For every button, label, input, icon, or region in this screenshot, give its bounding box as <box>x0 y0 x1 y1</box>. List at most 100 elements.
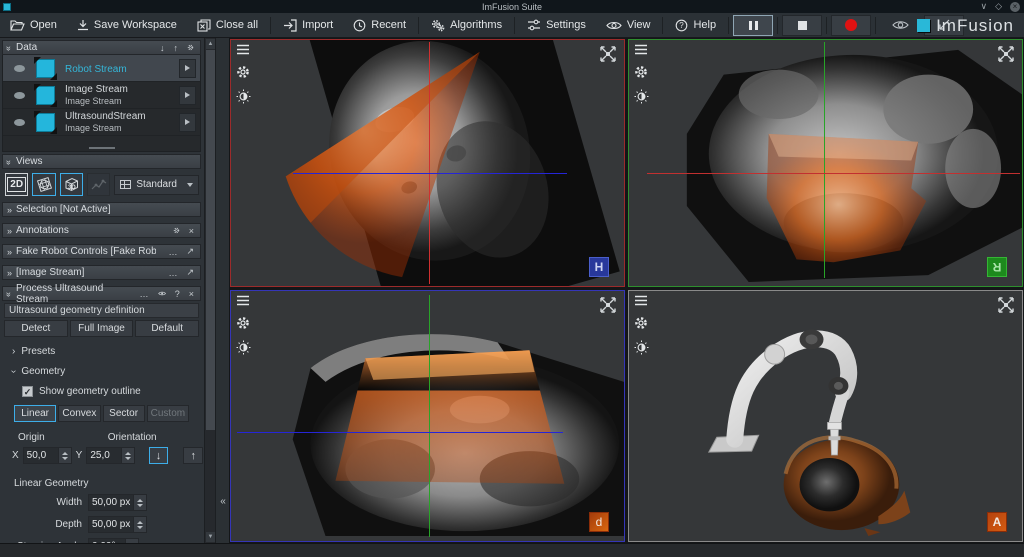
expand-viewport-icon[interactable] <box>998 297 1014 313</box>
geometry-section-toggle[interactable]: › Geometry <box>12 366 203 377</box>
close-all-button[interactable]: Close all <box>187 13 268 38</box>
sidebar-scrollbar[interactable]: ▲ ▼ <box>204 38 215 543</box>
viewport-axial[interactable]: H <box>230 39 625 287</box>
expand-viewport-icon[interactable] <box>998 46 1014 62</box>
crosshair-horizontal-blue[interactable] <box>237 432 563 433</box>
viewport-menu-icon[interactable] <box>236 44 250 55</box>
spinner-arrows[interactable] <box>133 495 146 510</box>
more-options-icon[interactable]: … <box>166 247 179 257</box>
viewport-menu-icon[interactable] <box>236 295 250 306</box>
viewport-coronal[interactable]: d <box>230 290 625 542</box>
scroll-up-icon[interactable]: ▲ <box>206 39 215 49</box>
scrollbar-thumb[interactable] <box>206 50 215 430</box>
popout-icon[interactable]: ↗ <box>184 246 196 257</box>
geometry-type-custom-button[interactable]: Custom <box>147 405 189 422</box>
spinner-arrows[interactable] <box>121 448 134 463</box>
panel-help-icon[interactable]: ? <box>173 289 182 299</box>
fake-robot-controls-panel-header[interactable]: » Fake Robot Controls [Fake Robot State … <box>2 244 201 259</box>
geometry-type-linear-button[interactable]: Linear <box>14 405 56 422</box>
data-item-image-stream[interactable]: Image Stream Image Stream <box>3 82 200 109</box>
selection-panel-header[interactable]: » Selection [Not Active] <box>2 202 201 217</box>
play-stream-button[interactable] <box>179 113 196 132</box>
view-plot-button[interactable] <box>87 173 110 196</box>
record-button[interactable] <box>831 15 871 36</box>
depth-input[interactable] <box>89 517 133 532</box>
settings-button[interactable]: Settings <box>517 13 596 38</box>
help-button[interactable]: ? Help <box>665 13 726 38</box>
presets-section-toggle[interactable]: › Presets <box>12 346 203 357</box>
visibility-eye-icon[interactable] <box>14 119 25 126</box>
data-settings-gear-icon[interactable] <box>185 42 196 53</box>
panel-eye-icon[interactable] <box>156 289 168 298</box>
depth-spinbox[interactable] <box>88 516 147 533</box>
pause-button[interactable] <box>733 15 773 36</box>
origin-x-spinbox[interactable] <box>23 447 72 464</box>
import-button[interactable]: Import <box>273 13 343 38</box>
origin-x-input[interactable] <box>24 448 58 463</box>
spinner-arrows[interactable] <box>58 448 71 463</box>
maximize-icon[interactable]: ◇ <box>995 1 1002 12</box>
width-spinbox[interactable] <box>88 494 147 511</box>
view-button[interactable]: View <box>596 13 661 38</box>
stop-button[interactable] <box>782 15 822 36</box>
scroll-down-icon[interactable]: ▼ <box>206 532 215 542</box>
collapse-sidebar-icon[interactable]: « <box>216 493 230 511</box>
origin-y-input[interactable] <box>87 448 121 463</box>
data-panel-header[interactable]: » Data ↓ ↑ <box>2 40 201 55</box>
show-geometry-outline-checkbox[interactable]: ✓ Show geometry outline <box>22 386 203 397</box>
view-3d-button[interactable]: 3D <box>60 173 83 196</box>
brightness-contrast-icon[interactable] <box>634 89 649 104</box>
annotations-panel-header[interactable]: » Annotations × <box>2 223 201 238</box>
annotations-gear-icon[interactable] <box>171 225 182 236</box>
brightness-contrast-icon[interactable] <box>236 89 251 104</box>
viewport-settings-gear-icon[interactable] <box>236 65 250 79</box>
process-ultrasound-panel-header[interactable]: » Process Ultrasound Stream … ? × <box>2 286 201 301</box>
close-panel-icon[interactable]: × <box>187 289 196 299</box>
default-button[interactable]: Default <box>135 320 199 337</box>
brightness-contrast-icon[interactable] <box>236 340 251 355</box>
move-up-icon[interactable]: ↑ <box>172 43 181 53</box>
panel-resize-handle[interactable] <box>3 144 200 151</box>
viewport-3d-robot[interactable]: A <box>628 290 1023 542</box>
expand-viewport-icon[interactable] <box>600 297 616 313</box>
more-options-icon[interactable]: … <box>166 268 179 278</box>
data-item-ultrasound-stream[interactable]: UltrasoundStream Image Stream <box>3 109 200 136</box>
visibility-eye-icon[interactable] <box>14 65 25 72</box>
data-item-robot-stream[interactable]: Robot Stream <box>3 55 200 82</box>
algorithms-button[interactable]: Algorithms <box>421 13 512 38</box>
crosshair-vertical-green[interactable] <box>429 295 430 537</box>
viewport-settings-gear-icon[interactable] <box>634 65 648 79</box>
viewport-sagittal[interactable]: R <box>628 39 1023 287</box>
view-slices-button[interactable] <box>32 173 55 196</box>
view-2d-button[interactable]: 2D <box>5 173 28 196</box>
recent-button[interactable]: Recent <box>343 13 416 38</box>
expand-viewport-icon[interactable] <box>600 46 616 62</box>
open-button[interactable]: Open <box>0 13 67 38</box>
detect-button[interactable]: Detect <box>4 320 68 337</box>
minimize-icon[interactable]: ∨ <box>980 1 987 12</box>
close-window-icon[interactable]: × <box>1010 2 1020 12</box>
geometry-type-convex-button[interactable]: Convex <box>58 405 100 422</box>
move-down-icon[interactable]: ↓ <box>158 43 167 53</box>
orientation-up-button[interactable]: ↑ <box>183 447 203 464</box>
spinner-arrows[interactable] <box>133 517 146 532</box>
full-image-button[interactable]: Full Image <box>70 320 134 337</box>
crosshair-vertical-red[interactable] <box>429 42 430 284</box>
viewport-settings-gear-icon[interactable] <box>236 316 250 330</box>
viewport-menu-icon[interactable] <box>634 295 648 306</box>
crosshair-horizontal-blue[interactable] <box>293 173 567 174</box>
image-stream-panel-header[interactable]: » [Image Stream] … ↗ <box>2 265 201 280</box>
visibility-toggle-button[interactable] <box>880 15 920 36</box>
popout-icon[interactable]: ↗ <box>184 267 196 278</box>
sidebar-collapse-strip[interactable]: « <box>215 38 229 543</box>
close-panel-icon[interactable]: × <box>187 226 196 236</box>
views-panel-header[interactable]: » Views <box>2 154 201 169</box>
visibility-eye-icon[interactable] <box>14 92 25 99</box>
viewport-menu-icon[interactable] <box>634 44 648 55</box>
more-options-icon[interactable]: … <box>138 289 151 299</box>
orientation-down-button[interactable]: ↓ <box>149 447 169 464</box>
origin-y-spinbox[interactable] <box>86 447 135 464</box>
play-stream-button[interactable] <box>179 86 196 105</box>
viewport-settings-gear-icon[interactable] <box>634 316 648 330</box>
play-stream-button[interactable] <box>179 59 196 78</box>
